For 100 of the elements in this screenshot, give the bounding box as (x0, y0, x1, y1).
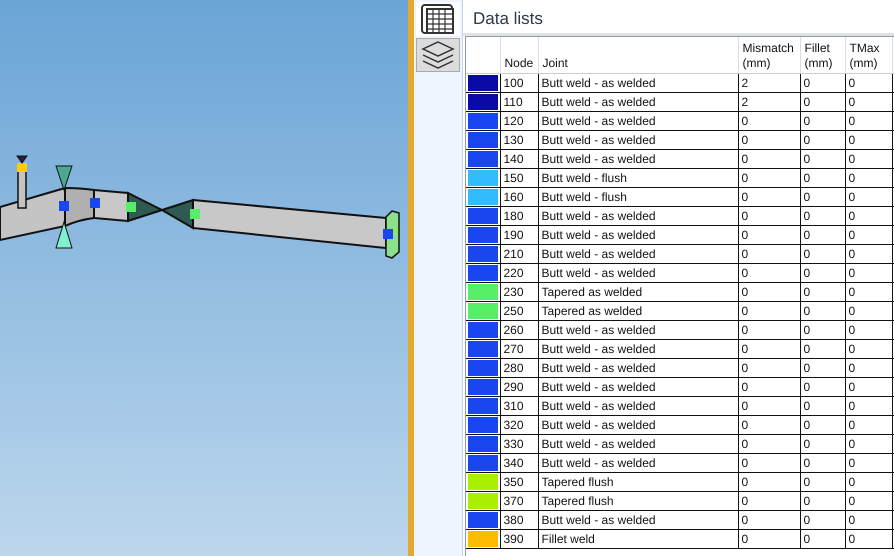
table-cell: 0 (800, 206, 845, 225)
table-cell: 0 (738, 149, 800, 168)
table-cell: 0 (800, 168, 845, 187)
table-cell: 0 (845, 168, 892, 187)
table-cell: 0 (738, 339, 800, 358)
table-cell: 270 (500, 339, 538, 358)
table-cell: 140 (500, 149, 538, 168)
data-lists-tab[interactable] (416, 2, 460, 36)
column-header[interactable]: Joint (538, 37, 738, 73)
table-cell: 0 (800, 491, 845, 510)
table-cell: Butt weld - as welded (538, 453, 738, 472)
table-cell: 0 (800, 149, 845, 168)
table-cell: 0 (738, 491, 800, 510)
table-cell: 0 (845, 529, 892, 548)
table-cell: 210 (500, 244, 538, 263)
table-cell: 0 (800, 434, 845, 453)
table-cell: 2 (738, 92, 800, 111)
table-cell: 0 (800, 130, 845, 149)
table-cell: 0 (845, 491, 892, 510)
table-cell: 0 (800, 111, 845, 130)
table-cell: 220 (500, 263, 538, 282)
table-cell: 0 (738, 453, 800, 472)
layers-icon (421, 40, 455, 70)
table-cell: Butt weld - as welded (538, 149, 738, 168)
table-cell: 0 (845, 339, 892, 358)
table-cell: 0 (800, 73, 845, 92)
table-cell: 0 (800, 92, 845, 111)
table-cell: Butt weld - as welded (538, 434, 738, 453)
table-cell: 0 (800, 187, 845, 206)
table-cell: Butt weld - as welded (538, 415, 738, 434)
table-cell: 0 (738, 358, 800, 377)
table-cell: 0 (845, 225, 892, 244)
table-cell: 330 (500, 434, 538, 453)
table-cell: Tapered as welded (538, 301, 738, 320)
table-cell: 180 (500, 206, 538, 225)
table-cell: 120 (500, 111, 538, 130)
table-cell: 0 (845, 244, 892, 263)
table-cell: Tapered flush (538, 472, 738, 491)
table-cell: 0 (845, 149, 892, 168)
table-cell: 280 (500, 358, 538, 377)
table-cell: 0 (845, 396, 892, 415)
table-cell: 0 (738, 320, 800, 339)
table-cell: 0 (800, 301, 845, 320)
table-cell: 0 (800, 510, 845, 529)
table-cell: 0 (800, 415, 845, 434)
table-cell: 150 (500, 168, 538, 187)
table-cell: 0 (845, 320, 892, 339)
table-cell: 380 (500, 510, 538, 529)
table-cell: 0 (800, 396, 845, 415)
table-cell: 230 (500, 282, 538, 301)
table-cell: Butt weld - as welded (538, 225, 738, 244)
table-cell: Butt weld - as welded (538, 130, 738, 149)
table-cell: 320 (500, 415, 538, 434)
table-cell: 0 (845, 73, 892, 92)
table-cell: Butt weld - as welded (538, 339, 738, 358)
table-cell: 0 (800, 225, 845, 244)
column-header[interactable]: Node (500, 37, 538, 73)
table-cell: Butt weld - as welded (538, 377, 738, 396)
layers-tab[interactable] (416, 38, 460, 72)
table-cell: 0 (845, 453, 892, 472)
table-cell: 0 (738, 206, 800, 225)
table-cell: Butt weld - flush (538, 168, 738, 187)
table-cell: 0 (845, 282, 892, 301)
table-cell: 0 (738, 434, 800, 453)
table-cell: 190 (500, 225, 538, 244)
table-cell: 0 (738, 510, 800, 529)
table-cell: 160 (500, 187, 538, 206)
table-cell: 2 (738, 73, 800, 92)
table-cell: Butt weld - flush (538, 187, 738, 206)
table-cell: 100 (500, 73, 538, 92)
table-cell: 0 (800, 282, 845, 301)
table-cell: 0 (738, 377, 800, 396)
table-cell: 0 (845, 206, 892, 225)
table-cell: 340 (500, 453, 538, 472)
table-cell: 0 (738, 244, 800, 263)
table-cell: 310 (500, 396, 538, 415)
table-cell: 0 (738, 529, 800, 548)
table-cell: 0 (845, 263, 892, 282)
column-header[interactable]: TMax (mm) (845, 37, 892, 73)
grid-icon (421, 4, 455, 34)
table-cell: 0 (845, 377, 892, 396)
table-cell: 0 (845, 92, 892, 111)
table-cell: 0 (800, 358, 845, 377)
column-header[interactable]: Fillet (mm) (800, 37, 845, 73)
column-header[interactable]: Mismatch (mm) (738, 37, 800, 73)
table-cell: 0 (800, 472, 845, 491)
table-cell: 0 (738, 301, 800, 320)
table-cell: 0 (738, 472, 800, 491)
table-cell: 0 (800, 263, 845, 282)
table-cell: 370 (500, 491, 538, 510)
table-cell: 0 (738, 168, 800, 187)
table-cell: 0 (800, 339, 845, 358)
table-cell: Butt weld - as welded (538, 244, 738, 263)
table-cell: 290 (500, 377, 538, 396)
table-cell: 0 (845, 358, 892, 377)
table-cell: 0 (738, 396, 800, 415)
table-cell: 0 (738, 225, 800, 244)
panel-title: Data lists (472, 8, 544, 29)
table-cell: Tapered flush (538, 491, 738, 510)
table-cell: 0 (738, 187, 800, 206)
